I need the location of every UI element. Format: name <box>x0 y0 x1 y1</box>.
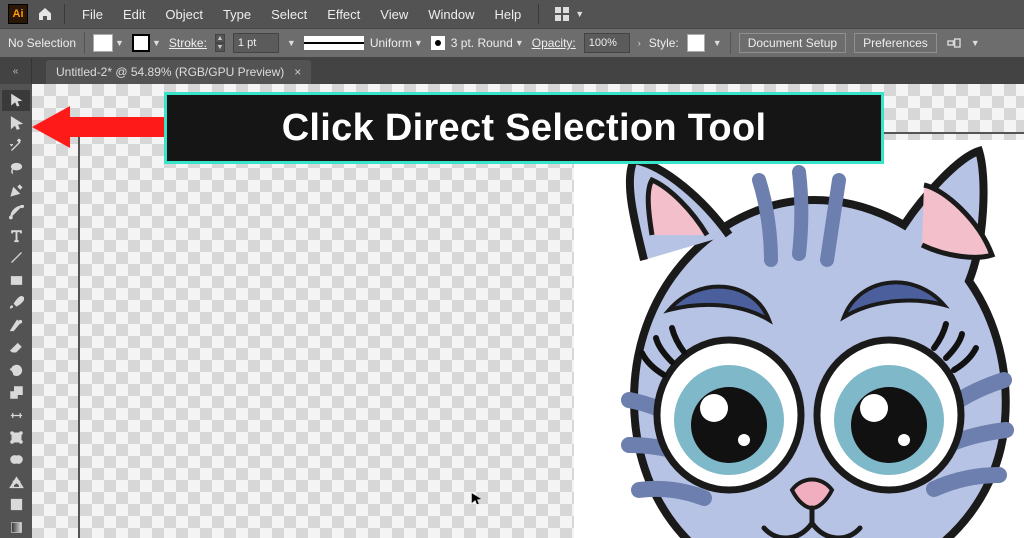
direct-selection-tool[interactable] <box>2 112 30 133</box>
perspective-grid-tool[interactable] <box>2 472 30 493</box>
menu-select[interactable]: Select <box>262 3 316 26</box>
chevron-down-icon[interactable]: ▼ <box>115 38 124 48</box>
document-tab[interactable]: Untitled-2* @ 54.89% (RGB/GPU Preview) × <box>46 60 311 84</box>
menu-edit[interactable]: Edit <box>114 3 154 26</box>
chevron-down-icon[interactable]: ▼ <box>713 38 722 48</box>
stroke-width-field[interactable]: 1 pt <box>233 33 279 53</box>
brush-definition[interactable]: 3 pt. Round ▼ <box>431 36 524 50</box>
lasso-tool[interactable] <box>2 157 30 178</box>
document-tab-bar: « Untitled-2* @ 54.89% (RGB/GPU Preview)… <box>0 58 1024 84</box>
separator <box>84 32 85 54</box>
stroke-swatch[interactable] <box>132 34 150 52</box>
menu-file[interactable]: File <box>73 3 112 26</box>
menu-effect[interactable]: Effect <box>318 3 369 26</box>
vertical-separator <box>64 4 65 24</box>
type-tool[interactable] <box>2 225 30 246</box>
control-bar: No Selection ▼ ▼ Stroke: ▲▼ 1 pt ▼ Unifo… <box>0 28 1024 58</box>
arrange-documents-icon[interactable] <box>555 7 569 21</box>
profile-label: Uniform <box>370 36 412 50</box>
align-panel-icon[interactable] <box>945 34 963 52</box>
chevron-down-icon[interactable]: ▼ <box>575 9 584 19</box>
chevron-down-icon[interactable]: ▼ <box>152 38 161 48</box>
mouse-cursor-icon <box>470 490 484 508</box>
shaper-tool[interactable] <box>2 315 30 336</box>
chevron-down-icon[interactable]: ▼ <box>287 38 296 48</box>
eraser-tool[interactable] <box>2 337 30 358</box>
gradient-tool[interactable] <box>2 517 30 538</box>
rotate-tool[interactable] <box>2 359 30 380</box>
chevron-right-icon[interactable]: › <box>638 38 641 48</box>
paintbrush-tool[interactable] <box>2 292 30 313</box>
stroke-swatch-group: ▼ <box>132 34 161 52</box>
stroke-label[interactable]: Stroke: <box>169 36 207 50</box>
style-swatch[interactable] <box>687 34 705 52</box>
artboard-artwork <box>574 140 1024 538</box>
workspace <box>0 84 1024 538</box>
fill-swatch-group: ▼ <box>93 34 124 52</box>
menu-help[interactable]: Help <box>485 3 530 26</box>
document-setup-button[interactable]: Document Setup <box>739 33 846 53</box>
illustrator-logo-icon: Ai <box>8 4 28 24</box>
home-icon[interactable] <box>34 3 56 25</box>
shape-builder-tool[interactable] <box>2 449 30 470</box>
rectangle-tool[interactable] <box>2 270 30 291</box>
menu-view[interactable]: View <box>371 3 417 26</box>
pen-tool[interactable] <box>2 180 30 201</box>
selection-tool[interactable] <box>2 90 30 111</box>
curvature-tool[interactable] <box>2 202 30 223</box>
chevron-down-icon[interactable]: ▼ <box>515 38 524 48</box>
stroke-width-stepper[interactable]: ▲▼ <box>215 34 225 52</box>
tool-panel <box>0 84 32 538</box>
menu-window[interactable]: Window <box>419 3 483 26</box>
width-tool[interactable] <box>2 404 30 425</box>
menu-type[interactable]: Type <box>214 3 260 26</box>
preferences-button[interactable]: Preferences <box>854 33 937 53</box>
opacity-label[interactable]: Opacity: <box>532 36 576 50</box>
line-segment-tool[interactable] <box>2 247 30 268</box>
document-tab-title: Untitled-2* @ 54.89% (RGB/GPU Preview) <box>56 65 284 79</box>
vertical-separator <box>538 4 539 24</box>
magic-wand-tool[interactable] <box>2 135 30 156</box>
mesh-tool[interactable] <box>2 494 30 515</box>
variable-width-profile[interactable]: Uniform ▼ <box>304 36 423 50</box>
fill-swatch[interactable] <box>93 34 113 52</box>
selection-state-label: No Selection <box>8 36 76 50</box>
menu-object[interactable]: Object <box>156 3 212 26</box>
style-label: Style: <box>649 36 679 50</box>
chevron-down-icon[interactable]: ▼ <box>971 38 980 48</box>
brush-label: 3 pt. Round <box>451 36 513 50</box>
close-tab-icon[interactable]: × <box>294 65 301 79</box>
free-transform-tool[interactable] <box>2 427 30 448</box>
opacity-field[interactable]: 100% <box>584 33 630 53</box>
separator <box>730 32 731 54</box>
toolbar-collapse-toggle[interactable]: « <box>0 58 32 84</box>
canvas[interactable] <box>32 84 1024 538</box>
menu-bar: Ai File Edit Object Type Select Effect V… <box>0 0 1024 28</box>
chevron-down-icon[interactable]: ▼ <box>414 38 423 48</box>
scale-tool[interactable] <box>2 382 30 403</box>
